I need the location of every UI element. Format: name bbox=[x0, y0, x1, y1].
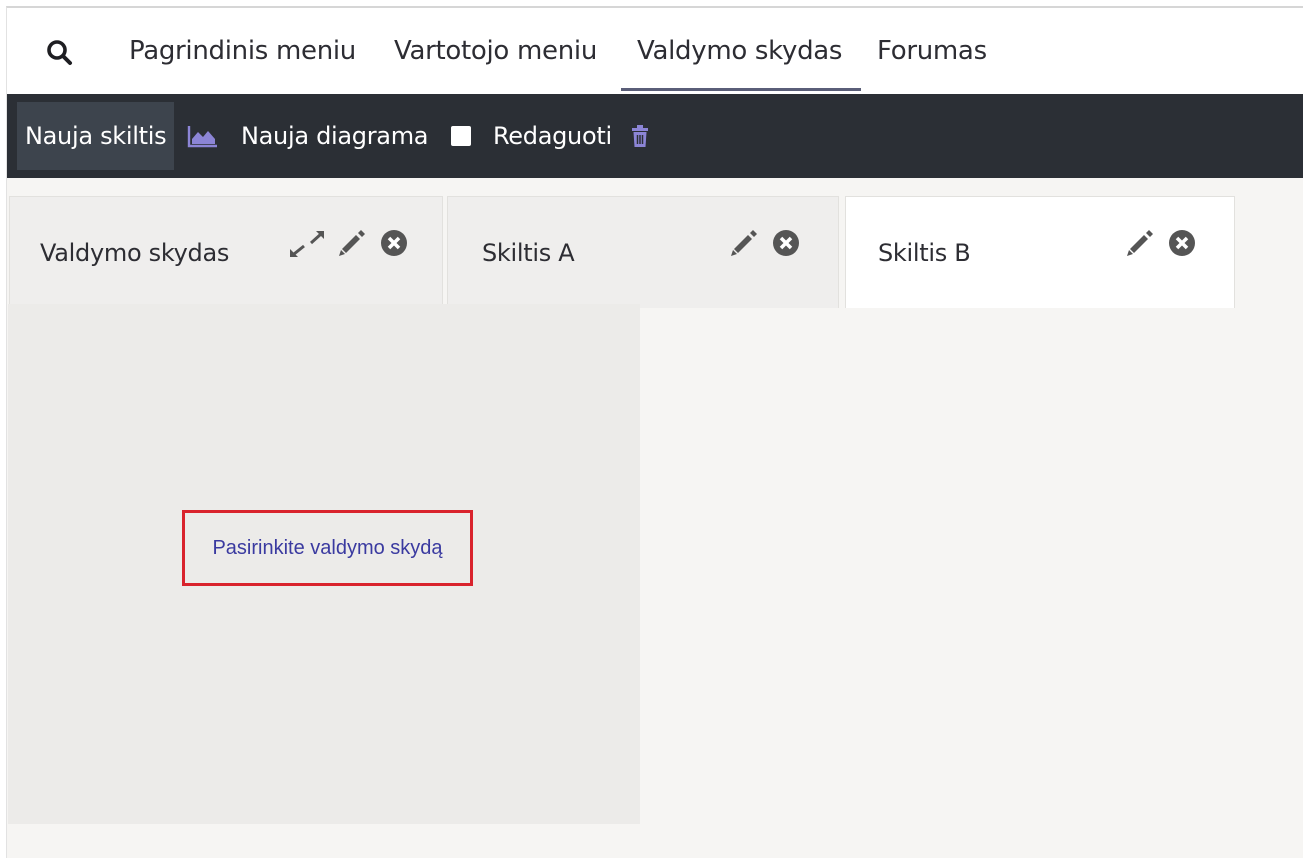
nav-item-dashboard[interactable]: Valdymo skydas bbox=[637, 36, 842, 66]
dashboard-panel: Pasirinkite valdymo skydą bbox=[8, 304, 640, 824]
nav-item-forum[interactable]: Forumas bbox=[877, 36, 987, 66]
nav-active-indicator bbox=[621, 88, 861, 91]
pencil-icon[interactable] bbox=[336, 227, 368, 259]
tab-label: Valdymo skydas bbox=[40, 239, 230, 267]
new-section-label: Nauja skiltis bbox=[25, 122, 167, 150]
tab-actions bbox=[1124, 227, 1214, 259]
nav-item-main-menu[interactable]: Pagrindinis meniu bbox=[129, 36, 356, 66]
edit-checkbox[interactable] bbox=[451, 126, 471, 146]
tab-label: Skiltis A bbox=[482, 239, 575, 267]
pencil-icon[interactable] bbox=[1124, 227, 1156, 259]
tab-label: Skiltis B bbox=[878, 239, 971, 267]
top-navigation: Pagrindinis meniu Vartotojo meniu Valdym… bbox=[7, 8, 1303, 94]
tab-section-a[interactable]: Skiltis A bbox=[447, 196, 839, 308]
edit-toggle[interactable]: Redaguoti bbox=[451, 94, 650, 178]
area-chart-icon bbox=[187, 126, 217, 148]
tab-section-b[interactable]: Skiltis B bbox=[845, 196, 1235, 308]
toolbar: Nauja skiltis Nauja diagrama Redaguoti bbox=[7, 94, 1303, 178]
close-circle-icon[interactable] bbox=[1166, 227, 1198, 259]
tab-actions bbox=[288, 227, 418, 259]
pencil-icon[interactable] bbox=[728, 227, 760, 259]
new-chart-label: Nauja diagrama bbox=[241, 122, 429, 150]
tab-actions bbox=[728, 227, 818, 259]
search-icon[interactable] bbox=[45, 38, 75, 68]
expand-icon[interactable] bbox=[288, 227, 326, 261]
select-dashboard-link[interactable]: Pasirinkite valdymo skydą bbox=[212, 537, 442, 560]
new-chart-button[interactable]: Nauja diagrama bbox=[187, 94, 428, 178]
app-frame: Pagrindinis meniu Vartotojo meniu Valdym… bbox=[6, 6, 1303, 858]
close-circle-icon[interactable] bbox=[378, 227, 410, 259]
edit-label: Redaguoti bbox=[493, 122, 612, 150]
trash-icon[interactable] bbox=[630, 124, 650, 148]
new-section-button[interactable]: Nauja skiltis bbox=[17, 102, 175, 170]
tab-dashboard[interactable]: Valdymo skydas bbox=[9, 196, 443, 308]
highlight-box: Pasirinkite valdymo skydą bbox=[182, 510, 473, 586]
nav-item-user-menu[interactable]: Vartotojo meniu bbox=[394, 36, 597, 66]
close-circle-icon[interactable] bbox=[770, 227, 802, 259]
